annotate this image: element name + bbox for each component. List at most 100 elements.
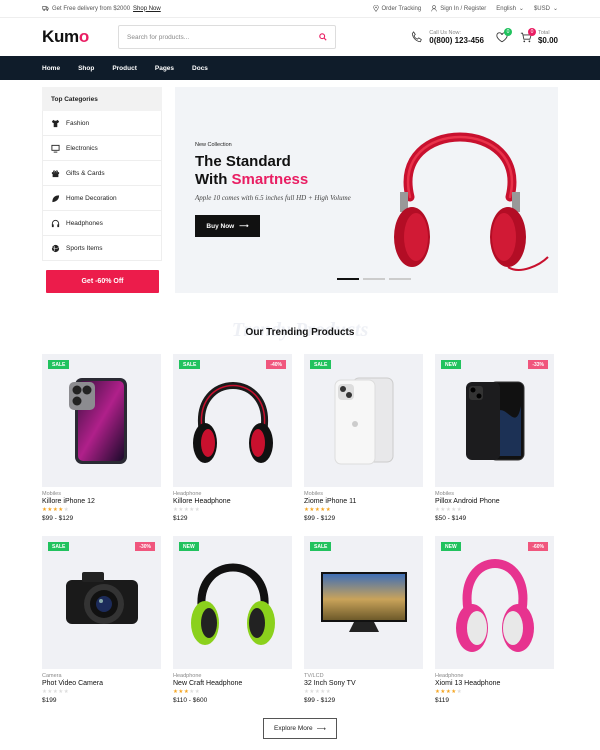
product-price: $50 - $149 xyxy=(435,515,467,522)
product-price: $99 - $129 xyxy=(42,515,74,522)
category-label: Electronics xyxy=(66,144,98,152)
carousel-dots xyxy=(337,278,411,280)
nav-pages[interactable]: Pages xyxy=(155,65,174,72)
product-card[interactable]: SALE -40% Headphone Killore Headphone ★★… xyxy=(173,354,292,536)
product-rating: ★★★★★ xyxy=(173,689,201,695)
product-card[interactable]: SALE Mobiles Killore iPhone 12 ★★★★★ $99… xyxy=(42,354,161,536)
wishlist-button[interactable]: 0 xyxy=(496,27,512,43)
product-name[interactable]: 32 Inch Sony TV xyxy=(304,680,423,687)
arrow-right-icon: ⟶ xyxy=(316,725,326,733)
product-name[interactable]: New Craft Headphone xyxy=(173,680,292,687)
iphone-11-image xyxy=(334,377,393,464)
category-label: Home Decoration xyxy=(66,194,117,202)
order-tracking-label: Order Tracking xyxy=(381,5,422,12)
iphone-12-image xyxy=(68,377,127,464)
android-phone-image xyxy=(465,381,524,460)
product-name[interactable]: Ziome iPhone 11 xyxy=(304,498,423,505)
discount-tag: -30% xyxy=(135,542,155,551)
product-card[interactable]: SALE TV/LCD 32 Inch Sony TV ★★★★★ $99 - … xyxy=(304,536,423,718)
shop-now-link[interactable]: Shop Now xyxy=(133,6,161,12)
product-image-area: SALE xyxy=(304,536,423,669)
nav-home[interactable]: Home xyxy=(42,65,60,72)
chevron-down-icon: ⌄ xyxy=(552,6,558,12)
product-price: $129 xyxy=(173,515,188,522)
product-card[interactable]: SALE -30% Camera Phot Video Camera ★★★★★… xyxy=(42,536,161,718)
explore-more-button[interactable]: Explore More ⟶ xyxy=(263,718,337,739)
logo-text: Kum xyxy=(42,27,79,46)
order-tracking-link[interactable]: Order Tracking xyxy=(372,5,422,12)
cart-button[interactable]: 0 Total $0.00 xyxy=(520,27,558,45)
logo-accent: o xyxy=(78,27,89,46)
category-label: Sports Items xyxy=(66,244,103,252)
cart-count-badge: 0 xyxy=(527,27,536,36)
buy-now-label: Buy Now xyxy=(206,222,235,230)
category-home-decoration[interactable]: Home Decoration xyxy=(42,186,162,211)
category-fashion[interactable]: Fashion xyxy=(42,111,162,136)
product-name[interactable]: Killore iPhone 12 xyxy=(42,498,161,505)
cart-total: $0.00 xyxy=(537,35,558,45)
category-electronics[interactable]: Electronics xyxy=(42,136,162,161)
product-image-area: SALE xyxy=(42,354,161,487)
product-card[interactable]: NEW Headphone New Craft Headphone ★★★★★ … xyxy=(173,536,292,718)
product-image-area: SALE xyxy=(304,354,423,487)
currency-select[interactable]: $USD ⌄ xyxy=(534,5,558,13)
carousel-dot[interactable] xyxy=(363,278,385,280)
nav-docs[interactable]: Docs xyxy=(192,65,208,72)
product-image-area: SALE -40% xyxy=(173,354,292,487)
top-bar: Get Free delivery from $2000 Shop Now Or… xyxy=(0,0,600,18)
nav-shop[interactable]: Shop xyxy=(78,65,94,72)
user-icon xyxy=(431,5,437,12)
product-name[interactable]: Killore Headphone xyxy=(173,498,292,505)
new-tag: NEW xyxy=(179,542,199,551)
category-headphones[interactable]: Headphones xyxy=(42,211,162,236)
discount-tag: -40% xyxy=(266,360,286,369)
product-name[interactable]: Pillox Android Phone xyxy=(435,498,554,505)
product-rating: ★★★★★ xyxy=(42,689,70,695)
main-header: Kumo Call Us Now:0(800) 123-456 0 0 Tota… xyxy=(0,18,600,56)
product-rating: ★★★★★ xyxy=(304,507,332,513)
product-image-area: NEW -33% xyxy=(435,354,554,487)
sale-tag: SALE xyxy=(179,360,201,369)
product-price: $99 - $129 xyxy=(304,515,336,522)
language-select[interactable]: English ⌄ xyxy=(496,5,524,13)
carousel-dot[interactable] xyxy=(389,278,411,280)
banner-kicker: New Collection xyxy=(195,142,232,148)
product-price: $99 - $129 xyxy=(304,697,336,704)
banner-title-highlight: Smartness xyxy=(231,171,309,188)
chevron-down-icon: ⌄ xyxy=(518,6,524,12)
category-label: Fashion xyxy=(66,119,90,127)
product-name[interactable]: Xiomi 13 Headphone xyxy=(435,680,554,687)
search-icon[interactable] xyxy=(319,33,327,41)
banner-title-line1: The Standard xyxy=(195,153,291,170)
buy-now-button[interactable]: Buy Now ⟶ xyxy=(195,215,260,237)
product-category: Headphone xyxy=(435,673,464,679)
product-card[interactable]: SALE Mobiles Ziome iPhone 11 ★★★★★ $99 -… xyxy=(304,354,423,536)
site-logo[interactable]: Kumo xyxy=(42,27,118,47)
product-card[interactable]: NEW -33% Mobiles Pillox Android Phone ★★… xyxy=(435,354,554,536)
product-image-area: NEW xyxy=(173,536,292,669)
product-card[interactable]: NEW -60% Headphone Xiomi 13 Headphone ★★… xyxy=(435,536,554,718)
delivery-notice: Get Free delivery from $2000 Shop Now xyxy=(42,5,161,12)
sign-in-link[interactable]: Sign In / Register xyxy=(431,5,486,12)
camera-image xyxy=(65,571,138,624)
trending-title: Our Trending Products xyxy=(245,327,355,338)
language-value: English xyxy=(496,5,516,12)
delivery-text: Get Free delivery from $2000 xyxy=(52,5,131,12)
category-sports[interactable]: Sports Items xyxy=(42,236,162,261)
headphone-image xyxy=(190,563,275,645)
offer-button[interactable]: Get -60% Off xyxy=(46,270,159,293)
product-rating: ★★★★★ xyxy=(304,689,332,695)
explore-more-label: Explore More xyxy=(274,725,313,732)
hero-banner: New Collection The Standard With Smartnes… xyxy=(175,87,558,293)
tv-image xyxy=(320,571,407,632)
category-gifts[interactable]: Gifts & Cards xyxy=(42,161,162,186)
nav-product[interactable]: Product xyxy=(112,65,137,72)
carousel-dot[interactable] xyxy=(337,278,359,280)
location-pin-icon xyxy=(372,5,379,12)
call-number: 0(800) 123-456 xyxy=(429,35,484,45)
cart-icon-wrap: 0 xyxy=(520,27,536,43)
search-input[interactable] xyxy=(127,33,307,41)
leaf-icon xyxy=(52,194,60,202)
product-name[interactable]: Phot Video Camera xyxy=(42,680,161,687)
arrow-right-icon: ⟶ xyxy=(239,223,249,230)
